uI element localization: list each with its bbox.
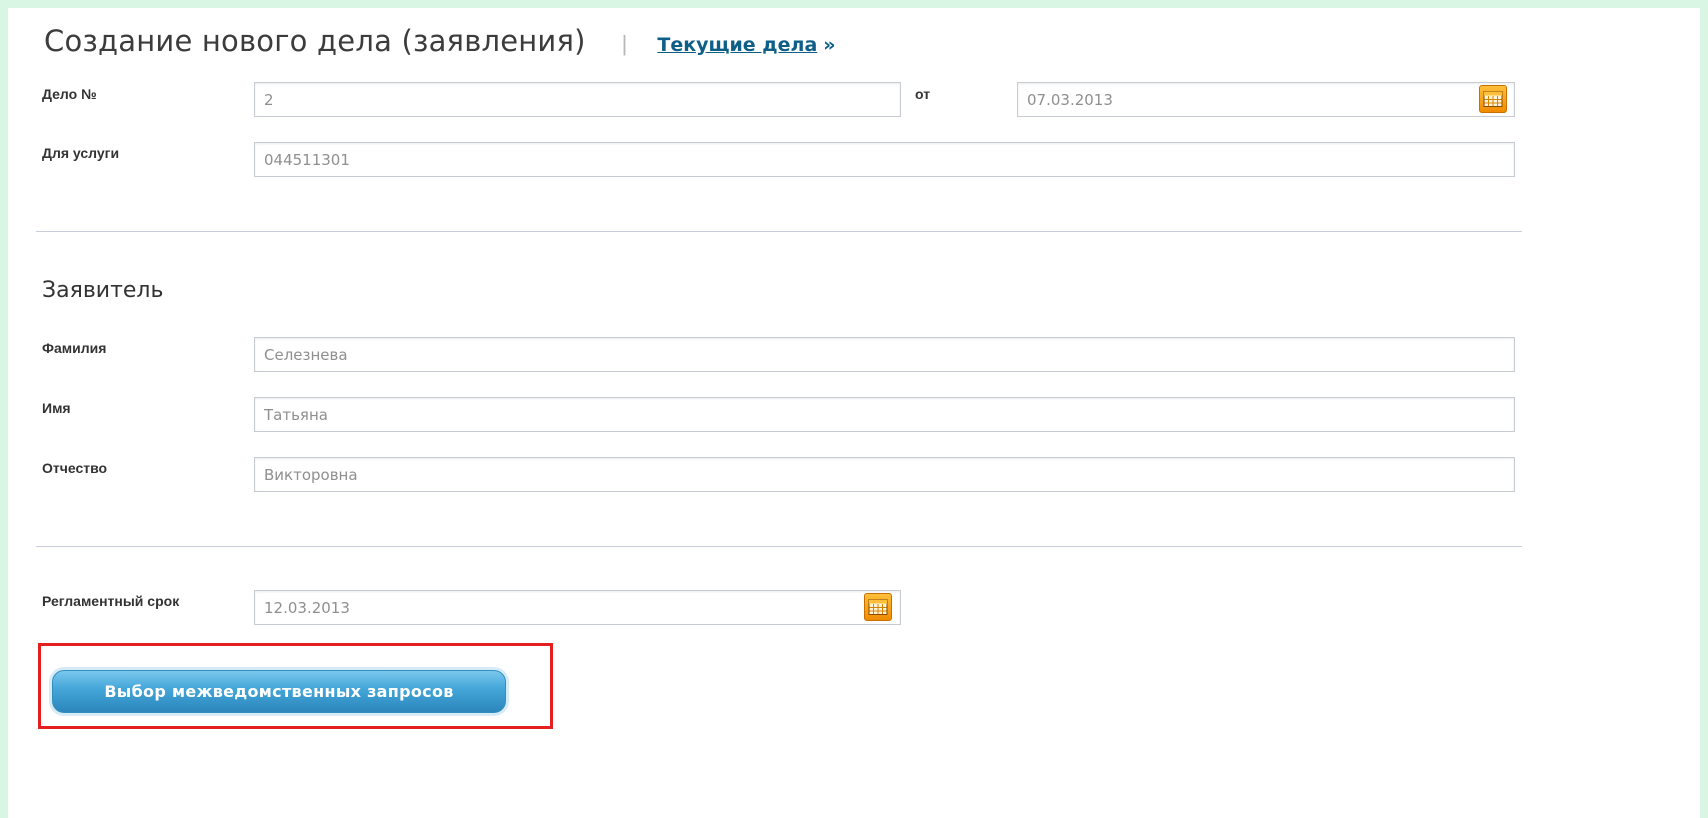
surname-input[interactable] <box>254 337 1515 372</box>
link-arrow: » <box>823 34 836 56</box>
name-label: Имя <box>42 400 71 416</box>
section-divider <box>36 231 1522 232</box>
form-panel: Создание нового дела (заявления) | Текущ… <box>8 8 1700 818</box>
case-number-input[interactable] <box>254 82 901 117</box>
patronymic-label: Отчество <box>42 460 108 476</box>
case-number-label: Дело № <box>42 86 97 102</box>
current-cases-link[interactable]: Текущие дела <box>657 34 817 56</box>
page-header: Создание нового дела (заявления) | Текущ… <box>44 24 836 58</box>
surname-label: Фамилия <box>42 340 107 356</box>
header-separator: | <box>621 31 628 56</box>
case-date-calendar-button[interactable] <box>1479 85 1507 113</box>
service-label: Для услуги <box>42 145 120 161</box>
deadline-input[interactable] <box>254 590 901 625</box>
patronymic-input[interactable] <box>254 457 1515 492</box>
case-date-input[interactable] <box>1017 82 1515 117</box>
section-divider <box>36 546 1522 547</box>
service-input[interactable] <box>254 142 1515 177</box>
name-input[interactable] <box>254 397 1515 432</box>
page-title: Создание нового дела (заявления) <box>44 24 586 58</box>
case-date-from-label: от <box>915 86 931 102</box>
deadline-label: Регламентный срок <box>42 593 180 609</box>
select-interagency-requests-button[interactable]: Выбор межведомственных запросов <box>52 670 506 713</box>
deadline-calendar-button[interactable] <box>864 593 892 621</box>
applicant-section-title: Заявитель <box>42 278 164 303</box>
calendar-icon <box>1483 91 1503 107</box>
calendar-icon <box>868 599 888 615</box>
